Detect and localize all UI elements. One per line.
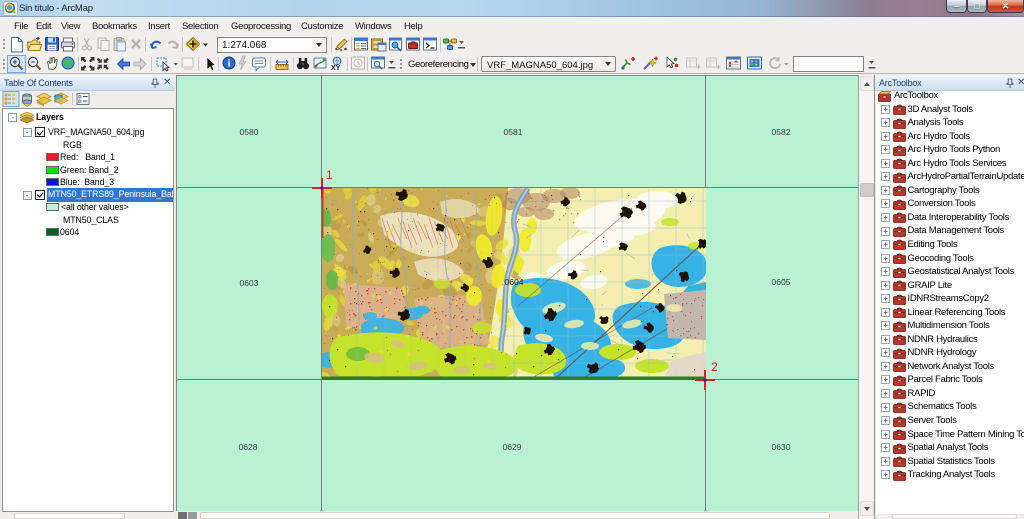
svg-text:i: i xyxy=(228,58,231,69)
svg-text:XY: XY xyxy=(331,65,341,72)
